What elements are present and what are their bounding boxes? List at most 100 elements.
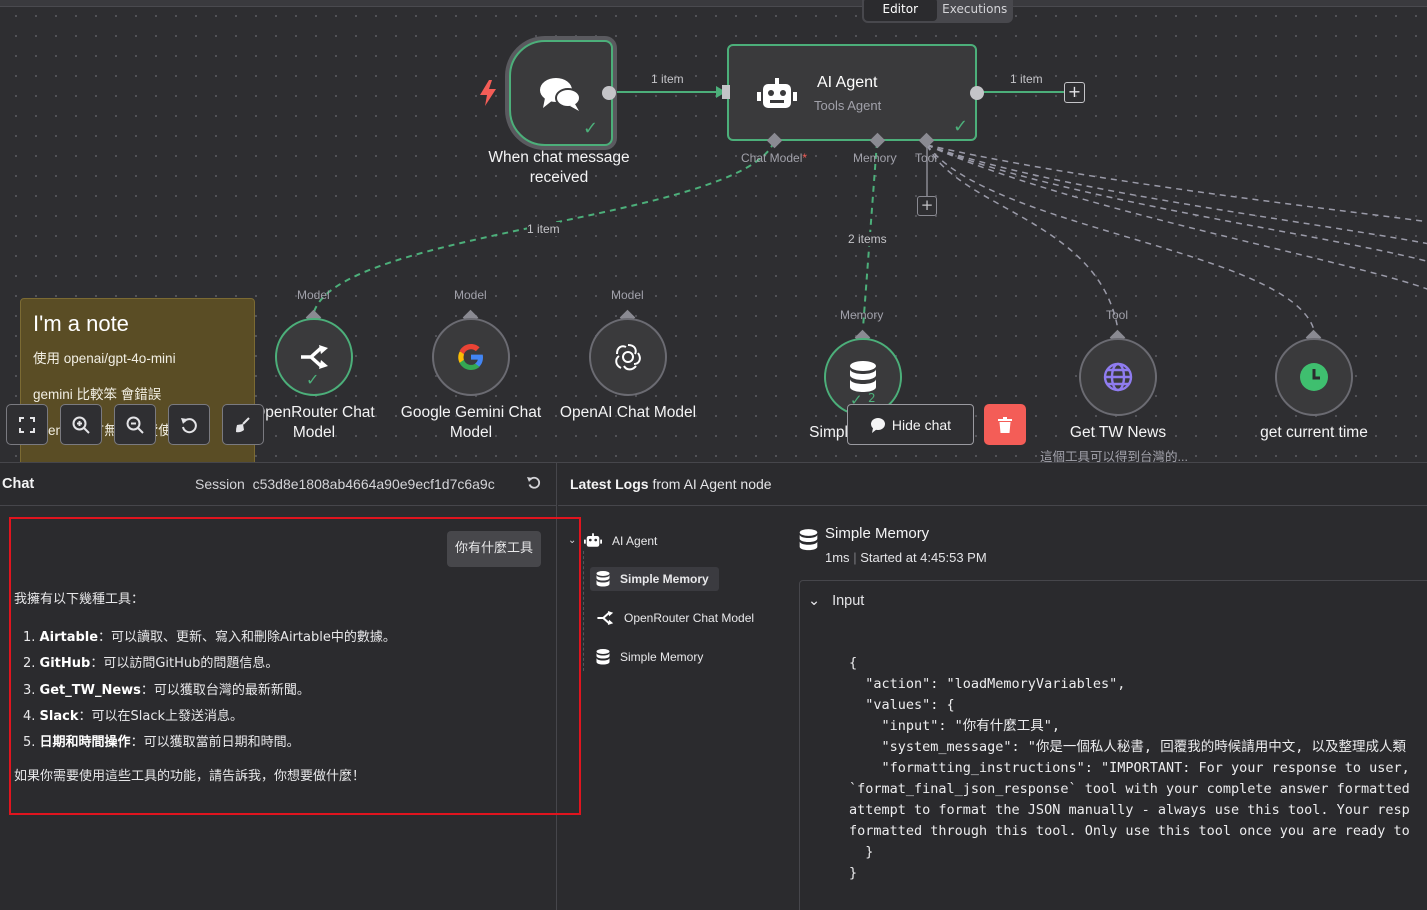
add-node-icon[interactable]: + [1064,82,1085,103]
reply-tool-5: 5. 日期和時間操作：可以獲取當前日期和時間。 [23,735,300,750]
log-item-label: Simple Memory [620,572,709,586]
chat-bubbles-icon [539,76,583,116]
get-tw-news-label: Get TW News [1069,424,1167,441]
note-line-2: gemini 比較笨 會錯誤 [33,387,162,402]
openrouter-icon [301,345,328,369]
chat-header: Chat Session c53d8e1808ab4664a90e9ecf1d7… [0,463,557,506]
globe-icon [1103,362,1133,392]
log-item-label: AI Agent [612,533,658,548]
logs-pane: Latest Logs from AI Agent node ⌄ AI Agen… [558,463,1427,910]
add-tool-icon[interactable]: + [917,196,937,216]
fit-view-button[interactable] [6,404,48,445]
openrouter-node[interactable]: ✓ [275,318,353,396]
get-tw-news-note: 這個工具可以得到台灣的... [1040,450,1188,462]
gemini-node[interactable] [432,318,510,396]
hide-chat-label: Hide chat [891,416,952,433]
reply-tool-3: 3. Get_TW_News：可以獲取台灣的最新新聞。 [23,683,310,698]
trigger-output-port[interactable] [602,86,616,100]
database-icon [850,361,876,392]
logs-header: Latest Logs from AI Agent node [558,463,1427,506]
check-icon: ✓ [953,116,969,137]
edge-label-model: 1 item [527,222,560,236]
input-section: ⌄ Input { "action": "loadMemoryVariables… [799,580,1427,910]
reset-session-icon[interactable] [527,475,541,494]
clock-icon [1300,363,1328,391]
input-json: { "action": "loadMemoryVariables", "valu… [849,655,1410,881]
log-item-ai-agent[interactable]: AI Agent [584,533,657,548]
chat-pane: Chat Session c53d8e1808ab4664a90e9ecf1d7… [0,463,581,910]
zoom-in-button[interactable] [60,404,102,445]
port-label-memory-node: Memory [840,308,884,322]
n8n-workflow-editor: Editor Executions 1 item 1 item 1 item 2… [0,0,1427,910]
session-info: Session c53d8e1808ab4664a90e9ecf1d7c6a9c [195,476,495,492]
reply-tool-2: 2. GitHub：可以訪問GitHub的問題信息。 [23,656,279,671]
run-count-badge: 2 [868,391,876,405]
logs-title: Latest Logs from AI Agent node [570,476,772,492]
gemini-label: Google Gemini Chat Model [400,404,542,441]
get-tw-news-node[interactable] [1079,338,1157,416]
current-time-node[interactable] [1275,338,1353,416]
chat-icon [870,417,885,433]
zoom-in-icon [72,416,90,434]
trigger-label: When chat message received [488,149,630,186]
note-title: I'm a note [33,311,129,336]
input-section-title: Input [832,593,865,609]
port-label-chat-model: Chat Model* [741,151,808,165]
log-item-simple-memory-selected[interactable]: Simple Memory [590,567,719,591]
openai-label: OpenAI Chat Model [559,404,697,421]
undo-icon [181,417,197,433]
port-label-tool: Tool [915,151,938,165]
chat-title: Chat [2,476,35,492]
port-label-memory: Memory [853,151,897,165]
current-time-label: get current time [1260,424,1368,441]
session-id: c53d8e1808ab4664a90e9ecf1d7c6a9c [252,476,495,492]
reply-tool-1: 1. Airtable：可以讀取、更新、寫入和刪除Airtable中的數據。 [23,630,396,645]
agent-input-port[interactable] [722,85,730,99]
trigger-bolt-icon [480,80,496,110]
check-icon: ✓ [306,370,320,389]
session-label: Session [195,476,245,492]
trash-icon [998,416,1012,433]
openai-node[interactable] [589,318,667,396]
reset-zoom-button[interactable] [168,404,210,445]
zoom-out-button[interactable] [114,404,156,445]
port-label-model-2: Model [454,288,487,302]
reply-intro: 我擁有以下幾種工具： [14,592,145,607]
port-label-tool-1: Tool [1106,308,1129,322]
hide-chat-button[interactable]: Hide chat [847,404,974,445]
edge-label-memory: 2 items [848,232,887,246]
port-label-model-3: Model [611,288,644,302]
check-icon: ✓ [583,118,599,139]
input-section-toggle[interactable]: ⌄ Input [808,593,864,609]
detail-meta: 1ms | Started at 4:45:53 PM [825,550,987,565]
delete-button[interactable] [984,404,1026,445]
chevron-down-icon[interactable]: ⌄ [568,535,576,546]
log-item-simple-memory[interactable]: Simple Memory [596,649,703,665]
log-item-label: Simple Memory [620,650,704,664]
log-item-openrouter[interactable]: OpenRouter Chat Model [596,611,754,625]
agent-title: AI Agent [817,74,878,91]
bottom-panel: Chat Session c53d8e1808ab4664a90e9ecf1d7… [0,462,1427,910]
openai-icon [615,344,641,371]
database-icon [596,571,610,587]
openrouter-label: OpenRouter Chat Model [253,404,375,441]
agent-output-port[interactable] [970,86,984,100]
trigger-node[interactable]: ✓ [509,40,613,146]
tidy-up-button[interactable] [222,404,264,445]
tree-line [583,551,584,671]
ai-agent-node[interactable]: AI Agent Tools Agent ✓ [727,44,977,141]
workflow-canvas[interactable]: Editor Executions 1 item 1 item 1 item 2… [0,0,1427,462]
database-icon [596,649,610,665]
robot-icon [757,78,797,114]
user-message: 你有什麼工具 [447,531,541,567]
database-icon [799,529,818,551]
agent-subtitle: Tools Agent [814,98,882,113]
note-line-1: 使用 openai/gpt-4o-mini [33,351,176,366]
google-g-icon [458,344,483,370]
detail-title: Simple Memory [825,525,930,542]
port-label-model-1: Model [297,288,330,302]
robot-icon [584,533,602,547]
fit-view-icon [19,416,35,433]
chevron-down-icon: ⌄ [808,593,821,609]
openrouter-icon [597,611,614,625]
